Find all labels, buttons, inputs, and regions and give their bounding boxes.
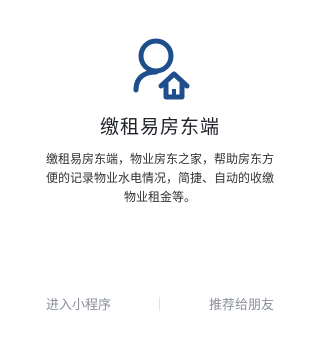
- recommend-to-friend-button[interactable]: 推荐给朋友: [209, 294, 274, 313]
- app-name: 缴租易房东端: [99, 116, 220, 138]
- landlord-user-home-icon: [133, 38, 190, 100]
- mini-program-card: 缴租易房东端 缴租易房东端，物业房东之家，帮助房东方便的记录物业水电情况，简捷、…: [0, 0, 320, 360]
- action-bar: 进入小程序 推荐给朋友: [0, 294, 320, 314]
- app-description: 缴租易房东端，物业房东之家，帮助房东方便的记录物业水电情况，简捷、自动的收缴物业…: [46, 152, 275, 204]
- action-divider: [159, 297, 160, 311]
- enter-mini-program-button[interactable]: 进入小程序: [46, 294, 111, 313]
